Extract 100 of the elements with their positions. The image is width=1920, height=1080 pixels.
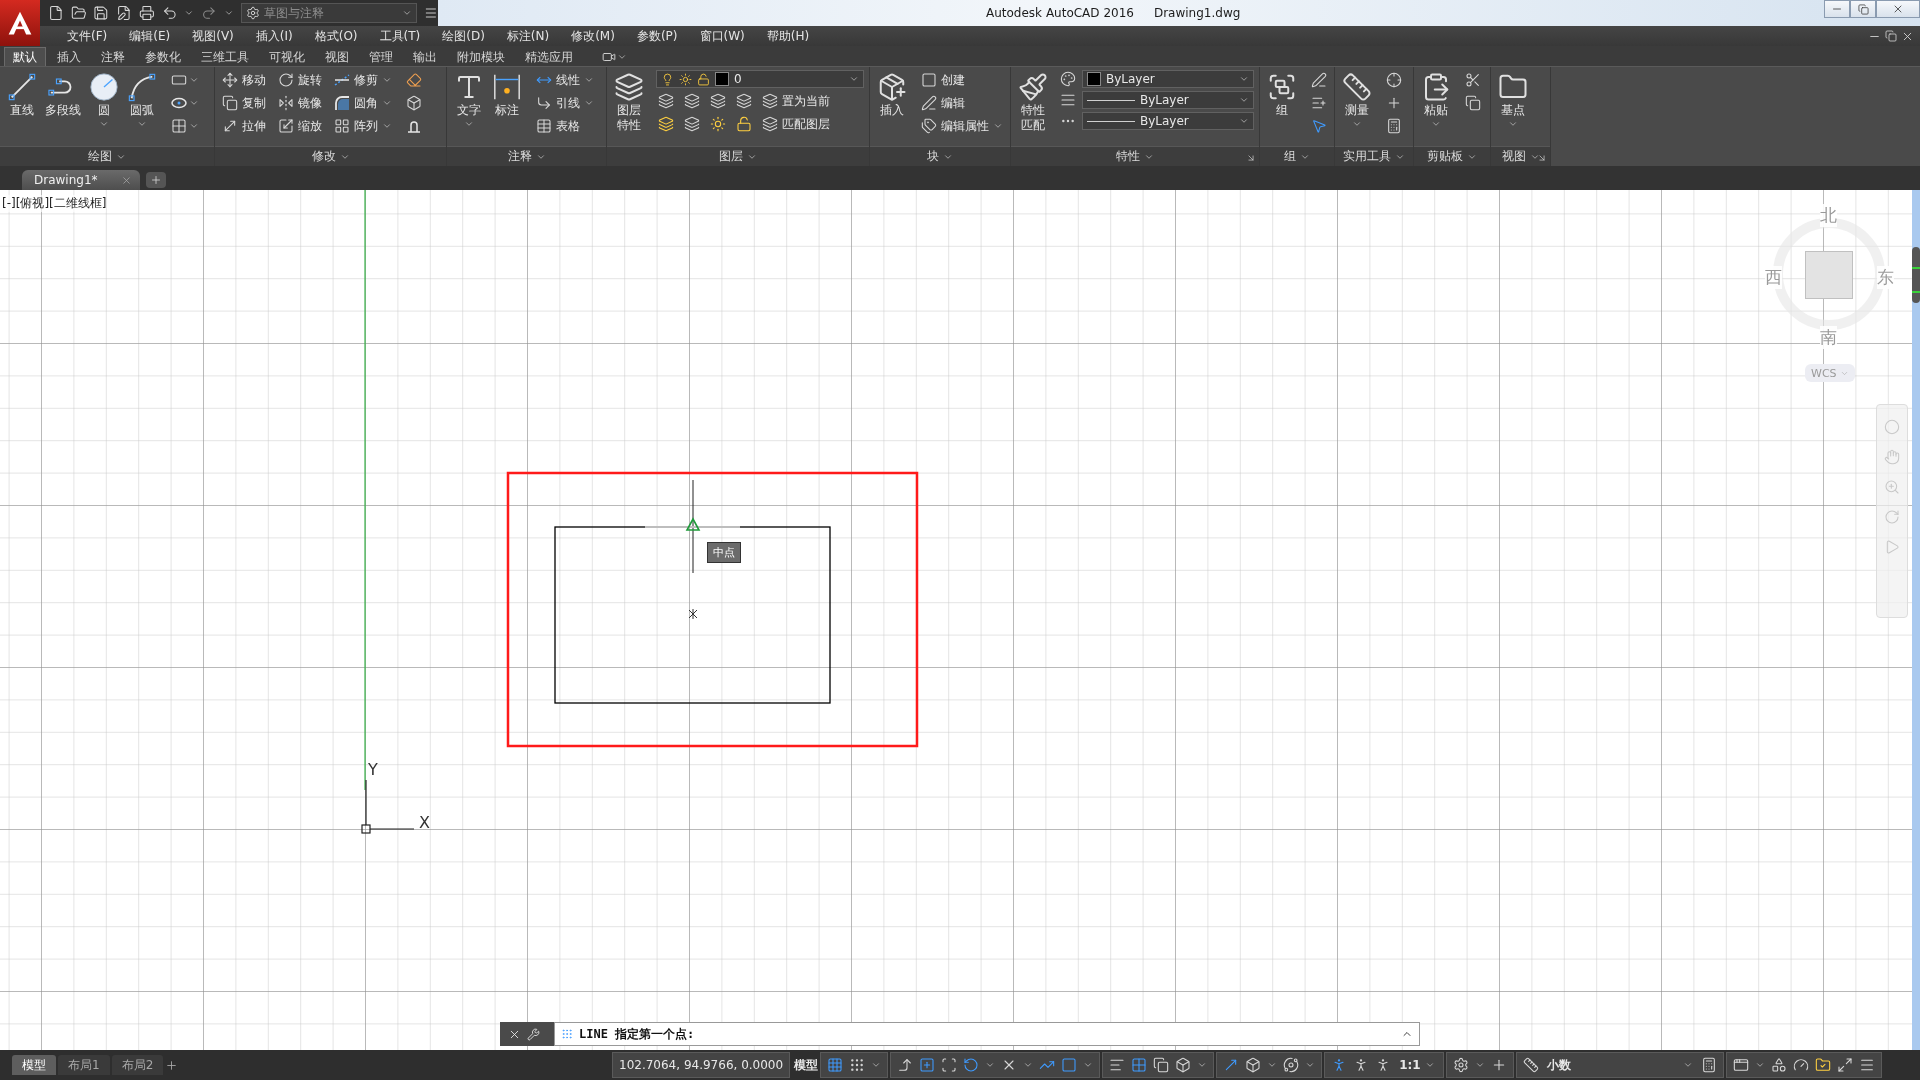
menu-item[interactable]: 插入(I) (244, 27, 304, 45)
customize-menu-icon[interactable] (424, 6, 439, 20)
menu-item[interactable]: 参数(P) (625, 27, 689, 45)
restore-button[interactable] (1850, 0, 1876, 18)
menu-item[interactable]: 修改(M) (560, 27, 626, 45)
insert-tool[interactable]: 插入 (875, 70, 909, 120)
undo-icon[interactable] (161, 5, 178, 21)
application-menu-button[interactable] (0, 0, 40, 46)
viewport-controls-label[interactable]: [-][俯视][二维线框] (2, 195, 107, 212)
panel-title-button[interactable]: 组 (1260, 146, 1334, 166)
command-field[interactable]: LINE 指定第一个点: (554, 1022, 1420, 1046)
edit-tool[interactable]: 编辑 (919, 93, 1005, 113)
annotation-scale-button[interactable]: 1:1 (1397, 1054, 1437, 1076)
model-space-button[interactable]: 模型 (792, 1054, 821, 1076)
save-icon[interactable] (93, 5, 110, 21)
polar-icon[interactable] (963, 1057, 980, 1073)
open-folder-icon[interactable] (70, 5, 87, 21)
panel-title-button[interactable]: 块 (870, 146, 1010, 166)
ribbon-tab[interactable]: 附加模块 (448, 47, 514, 66)
match-layer-tool[interactable]: 匹配图层 (760, 114, 832, 134)
base-point-tool[interactable]: 基点 (1496, 70, 1530, 131)
layer-properties-tool[interactable]: 图层特性 (612, 70, 646, 135)
calculator-icon[interactable] (1700, 1057, 1717, 1073)
menu-item[interactable]: 编辑(E) (118, 27, 182, 45)
ribbon-tab[interactable]: 默认 (4, 47, 46, 66)
menu-item[interactable]: 视图(V) (181, 27, 245, 45)
modify-tool[interactable]: 复制 (220, 93, 268, 113)
ruler-icon[interactable] (1522, 1057, 1539, 1073)
ribbon-tab[interactable]: 管理 (360, 47, 402, 66)
menu-item[interactable]: 文件(F) (56, 27, 119, 45)
lineweight-dropdown[interactable]: ByLayer (1082, 112, 1254, 130)
panel-title-button[interactable]: 剪贴板 (1414, 146, 1490, 166)
modify-tool[interactable]: 阵列 (332, 116, 394, 136)
modify-tool[interactable]: 移动 (220, 70, 268, 90)
measure-tool[interactable]: 测量 (1340, 70, 1374, 131)
menu-item[interactable]: 帮助(H) (755, 27, 821, 45)
ribbon-tab[interactable]: 注释 (92, 47, 134, 66)
menu-icon[interactable] (1858, 1057, 1875, 1073)
menu-item[interactable]: 工具(T) (368, 27, 432, 45)
ribbon-tab[interactable]: 可视化 (260, 47, 314, 66)
corner-icon[interactable] (941, 1057, 958, 1073)
menu-item[interactable]: 绘图(D) (431, 27, 496, 45)
layer-dropdown[interactable]: 0 (656, 70, 864, 88)
cube-button[interactable] (404, 93, 424, 113)
text-tool[interactable]: 文字 (452, 70, 486, 131)
shapes-icon[interactable] (1770, 1057, 1787, 1073)
leader-tool[interactable]: 引线 (534, 93, 596, 113)
modify-tool[interactable]: 镜像 (276, 93, 324, 113)
unlock-button[interactable] (734, 114, 754, 134)
new-tab-button[interactable] (146, 172, 166, 188)
panel-title-button[interactable]: 注释 (447, 146, 606, 166)
workspace-dropdown[interactable]: 草图与注释 (240, 3, 418, 23)
inference-icon[interactable] (919, 1057, 936, 1073)
polyline-tool[interactable]: 多段线 (43, 70, 83, 120)
layer-tool-button[interactable] (656, 114, 676, 134)
menu-item[interactable]: 窗口(W) (688, 27, 756, 45)
arc-tool[interactable]: 圆弧 (125, 70, 159, 131)
print-icon[interactable] (138, 5, 155, 21)
units-dropdown[interactable]: 小数 (1544, 1054, 1695, 1076)
layer-tool-button[interactable] (682, 91, 702, 111)
linear-tool[interactable]: 线性 (534, 70, 596, 90)
stacked-squares-icon[interactable] (1153, 1057, 1170, 1073)
ribbon-tab[interactable]: 精选应用 (516, 47, 582, 66)
layer-tool-button[interactable] (656, 91, 676, 111)
layer-tool-button[interactable] (708, 91, 728, 111)
document-tab[interactable]: Drawing1* (22, 170, 140, 190)
fullscreen-icon[interactable] (1836, 1057, 1853, 1073)
panel-title-button[interactable]: 视图 (1491, 146, 1550, 166)
dimension-tool[interactable]: 标注 (490, 70, 524, 120)
line-tool[interactable]: 直线 (5, 70, 39, 120)
new-file-icon[interactable] (48, 5, 64, 21)
panel-title-button[interactable]: 修改 (215, 146, 446, 166)
wrench-icon[interactable] (527, 1027, 540, 1041)
ribbon-tab[interactable]: 视图 (316, 47, 358, 66)
modify-tool[interactable]: 拉伸 (220, 116, 268, 136)
minimize-button[interactable] (1824, 0, 1850, 18)
circle-tool[interactable]: 圆 (87, 70, 121, 131)
menu-item[interactable]: 标注(N) (495, 27, 561, 45)
create-tool[interactable]: 创建 (919, 70, 1005, 90)
save-as-icon[interactable] (116, 5, 132, 21)
gauge-icon[interactable] (1792, 1057, 1809, 1073)
panel-title-button[interactable]: 实用工具 (1335, 146, 1413, 166)
panel-title-button[interactable]: 绘图 (0, 146, 214, 166)
folder-check-icon[interactable] (1814, 1057, 1831, 1073)
plus-icon[interactable] (165, 1058, 179, 1072)
menu-item[interactable]: 格式(O) (303, 27, 369, 45)
sun-button[interactable] (708, 114, 728, 134)
table-tool[interactable]: 表格 (534, 116, 596, 136)
redo-icon[interactable] (201, 5, 217, 21)
step-line-icon[interactable] (897, 1057, 914, 1073)
restore-icon[interactable] (1885, 29, 1897, 42)
scrollbar[interactable] (1912, 190, 1920, 1050)
match-properties-tool[interactable]: 特性匹配 (1016, 70, 1050, 135)
copy-button[interactable] (1463, 93, 1483, 113)
scroll-handle[interactable] (1912, 247, 1920, 303)
eraser-button[interactable] (404, 70, 424, 90)
ribbon-tab[interactable]: 三维工具 (192, 47, 258, 66)
cube-icon[interactable] (1245, 1057, 1262, 1073)
layout-tab[interactable]: 布局2 (111, 1055, 164, 1075)
panel-title-button[interactable]: 特性 (1011, 146, 1259, 166)
